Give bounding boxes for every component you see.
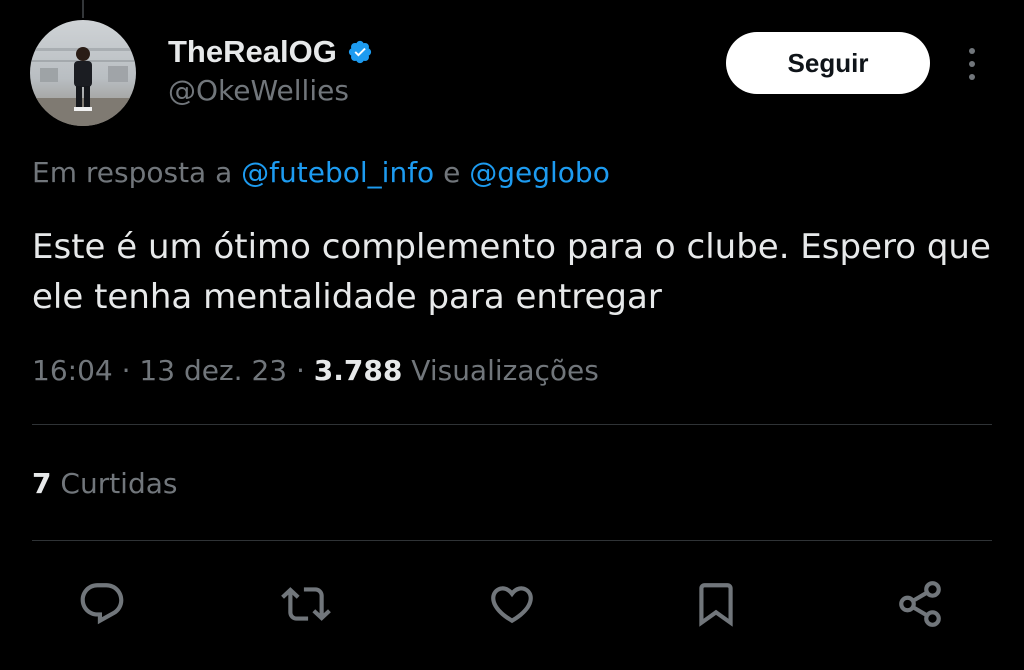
tweet-time[interactable]: 16:04 — [32, 354, 113, 387]
tweet-date[interactable]: 13 dez. 23 — [139, 354, 287, 387]
meta-separator: · — [295, 354, 305, 387]
meta-separator: · — [121, 354, 131, 387]
bookmark-button[interactable] — [688, 576, 744, 632]
likes-count: 7 — [32, 467, 52, 500]
follow-button[interactable]: Seguir — [726, 32, 930, 94]
likes-label: Curtidas — [60, 467, 178, 500]
more-options-icon[interactable] — [958, 44, 986, 84]
reply-context: Em resposta a @futebol_info e @geglobo — [32, 155, 610, 191]
mention-link-1[interactable]: @futebol_info — [241, 156, 434, 189]
views-label: Visualizações — [411, 354, 599, 387]
divider — [32, 540, 992, 541]
avatar[interactable] — [30, 20, 136, 126]
avatar-photo — [30, 20, 136, 126]
author-handle[interactable]: @OkeWellies — [168, 74, 349, 108]
likes-summary[interactable]: 7 Curtidas — [32, 466, 177, 502]
share-button[interactable] — [892, 576, 948, 632]
retweet-icon — [281, 587, 331, 621]
reply-icon — [80, 583, 124, 625]
author-name-row: TheRealOG — [168, 34, 373, 70]
like-icon — [491, 586, 533, 624]
reply-prefix: Em resposta a — [32, 156, 233, 189]
tweet-meta: 16:04 · 13 dez. 23 · 3.788 Visualizações — [32, 353, 599, 389]
share-icon — [899, 581, 941, 627]
views-count: 3.788 — [313, 354, 403, 387]
thread-connector-line — [82, 0, 84, 18]
bookmark-icon — [699, 583, 733, 627]
reply-joiner: e — [443, 156, 461, 189]
mention-link-2[interactable]: @geglobo — [469, 156, 610, 189]
verified-badge-icon — [347, 39, 373, 65]
tweet-text: Este é um ótimo complemento para o clube… — [32, 227, 991, 317]
reply-button[interactable] — [74, 576, 130, 632]
author-display-name[interactable]: TheRealOG — [168, 34, 337, 70]
retweet-button[interactable] — [278, 576, 334, 632]
divider — [32, 424, 992, 425]
like-button[interactable] — [484, 576, 540, 632]
